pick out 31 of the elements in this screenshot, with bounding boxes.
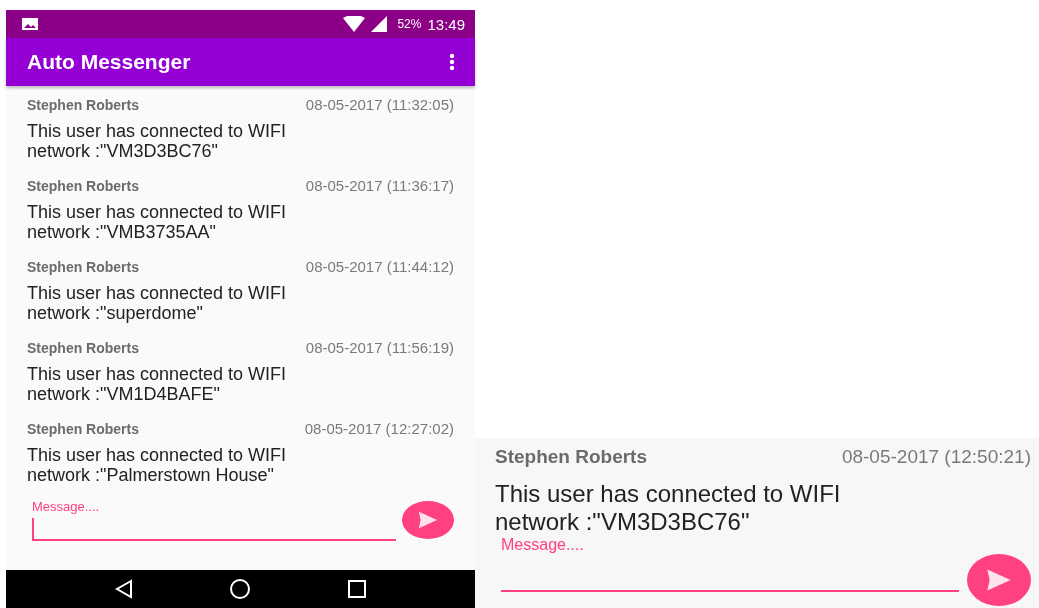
send-button[interactable] bbox=[967, 554, 1031, 606]
sender-name: Stephen Roberts bbox=[27, 97, 139, 113]
sender-name: Stephen Roberts bbox=[27, 340, 139, 356]
recents-icon[interactable] bbox=[345, 578, 368, 600]
message-text: This user has connected to WIFI network :"VM3D3BC76" bbox=[495, 480, 842, 536]
message-timestamp: 08-05-2017 (11:36:17) bbox=[305, 177, 454, 194]
home-icon[interactable] bbox=[229, 578, 252, 600]
signal-icon bbox=[371, 16, 388, 32]
message-timestamp: 08-05-2017 (12:27:02) bbox=[304, 420, 454, 437]
message-text: This user has connected to WIFI network :"VMB3735AA" bbox=[27, 202, 288, 242]
message-field[interactable]: Message.... bbox=[32, 499, 396, 541]
message-text: This user has connected to WIFI network :"VM3D3BC76" bbox=[27, 121, 288, 161]
message-timestamp: 08-05-2017 (11:32:05) bbox=[305, 96, 454, 113]
message-text: This user has connected to WIFI network :"VM1D4BAFE" bbox=[27, 364, 288, 404]
sender-name: Stephen Roberts bbox=[27, 178, 139, 194]
sender-name: Stephen Roberts bbox=[495, 446, 648, 468]
message-text: This user has connected to WIFI network :"superdome" bbox=[27, 283, 288, 323]
app-title: Auto Messenger bbox=[27, 50, 192, 74]
message-timestamp: 08-05-2017 (11:44:12) bbox=[305, 258, 454, 275]
send-button[interactable] bbox=[402, 501, 454, 539]
message-timestamp: 08-05-2017 (12:50:21) bbox=[841, 446, 1031, 468]
image-icon bbox=[22, 18, 38, 30]
sender-name: Stephen Roberts bbox=[27, 421, 139, 437]
sender-name: Stephen Roberts bbox=[27, 259, 139, 275]
message-timestamp: 08-05-2017 (11:56:19) bbox=[305, 339, 454, 356]
status-time: 13:49 bbox=[427, 15, 465, 33]
message-text: This user has connected to WIFI network :"Palmerstown House" bbox=[27, 445, 288, 485]
message-field[interactable]: Message.... bbox=[501, 536, 959, 592]
battery-percentage: 52% bbox=[397, 17, 422, 31]
wifi-icon bbox=[343, 16, 366, 32]
more-options-icon[interactable] bbox=[449, 53, 455, 71]
